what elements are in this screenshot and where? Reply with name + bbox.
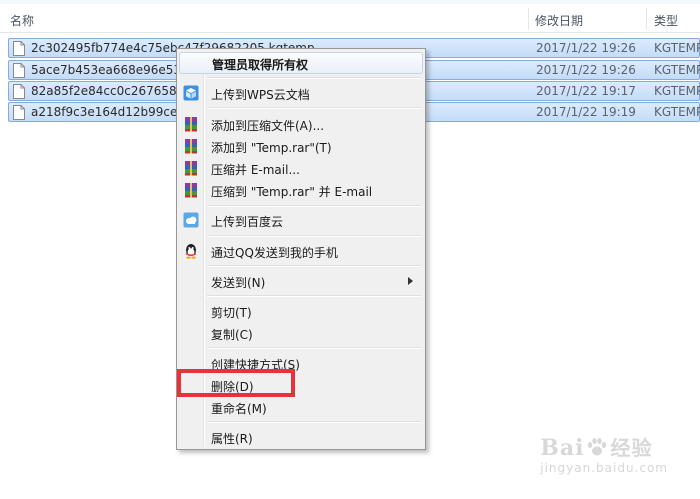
menu-separator: [207, 107, 421, 109]
menu-item-label: 发送到(N): [211, 276, 266, 290]
toolbar-edge: [0, 0, 700, 4]
winrar-icon: [185, 139, 197, 154]
column-header-type[interactable]: 类型: [654, 12, 678, 29]
column-divider[interactable]: [646, 8, 647, 30]
menu-item-add-to-archive[interactable]: 添加到压缩文件(A)...: [179, 113, 423, 135]
file-type: KGTEMP: [654, 105, 700, 119]
menu-item-label: 添加到 "Temp.rar"(T): [211, 141, 332, 155]
file-icon: [13, 63, 25, 78]
menu-item-label: 压缩到 "Temp.rar" 并 E-mail: [211, 185, 373, 199]
file-name: 5ace7b453ea668e96e539: [31, 63, 189, 77]
wps-cloud-icon: [183, 85, 199, 101]
explorer-window: 名称 修改日期 类型 2c302495fb774e4c75ebc47f29682…: [0, 0, 700, 499]
menu-separator: [207, 347, 421, 349]
menu-item-label: 剪切(T): [211, 306, 252, 320]
winrar-icon: [185, 183, 197, 198]
menu-item-label: 上传到百度云: [211, 215, 284, 229]
menu-item-label: 压缩并 E-mail...: [211, 163, 300, 177]
menu-item-label: 复制(C): [211, 328, 253, 342]
column-header: 名称 修改日期 类型: [0, 6, 700, 33]
menu-item-upload-baidu[interactable]: 上传到百度云: [179, 209, 423, 231]
menu-separator: [207, 421, 421, 423]
menu-item-cut[interactable]: 剪切(T): [179, 300, 423, 322]
menu-item-properties[interactable]: 属性(R): [179, 426, 423, 448]
winrar-icon: [185, 117, 197, 132]
menu-item-compress-temp-email[interactable]: 压缩到 "Temp.rar" 并 E-mail: [179, 179, 423, 201]
file-type: KGTEMP: [654, 63, 700, 77]
watermark-url: jingyan.baidu.com: [540, 461, 668, 475]
file-icon: [13, 84, 25, 99]
watermark-logo-left: Bai: [540, 435, 585, 461]
file-date: 2017/1/22 19:26: [536, 41, 636, 55]
menu-item-copy[interactable]: 复制(C): [179, 322, 423, 344]
menu-separator: [207, 77, 421, 79]
menu-separator: [207, 205, 421, 207]
menu-item-rename[interactable]: 重命名(M): [179, 396, 423, 418]
column-divider[interactable]: [528, 8, 529, 30]
menu-item-label: 管理员取得所有权: [212, 58, 309, 72]
menu-separator: [207, 265, 421, 267]
file-date: 2017/1/22 19:26: [536, 63, 636, 77]
menu-separator: [207, 295, 421, 297]
menu-item-label: 添加到压缩文件(A)...: [211, 119, 325, 133]
menu-separator: [207, 235, 421, 237]
file-name: a218f9c3e164d12b99ceb: [31, 105, 186, 119]
paw-icon: [588, 438, 607, 456]
column-header-name[interactable]: 名称: [10, 12, 34, 29]
watermark-logo-right: 经验: [610, 436, 653, 460]
menu-item-upload-wps[interactable]: 上传到WPS云文档: [179, 82, 423, 104]
baidu-cloud-icon: [183, 212, 199, 228]
baidu-jingyan-watermark: Bai 经验 jingyan.baidu.com: [540, 432, 668, 475]
menu-item-qq-send[interactable]: 通过QQ发送到我的手机: [179, 240, 423, 262]
menu-item-label: 重命名(M): [211, 402, 267, 416]
menu-item-add-to-temp-rar[interactable]: 添加到 "Temp.rar"(T): [179, 135, 423, 157]
column-header-date[interactable]: 修改日期: [535, 12, 583, 29]
file-type: KGTEMP: [654, 41, 700, 55]
qq-penguin-icon: [186, 244, 196, 259]
file-icon: [13, 41, 25, 56]
file-type: KGTEMP: [654, 84, 700, 98]
file-date: 2017/1/22 19:17: [536, 84, 636, 98]
menu-item-label: 上传到WPS云文档: [211, 88, 310, 102]
watermark-logo: Bai 经验: [540, 432, 668, 461]
menu-item-send-to[interactable]: 发送到(N): [179, 270, 423, 292]
winrar-icon: [185, 161, 197, 176]
delete-highlight-annotation: [177, 369, 295, 397]
submenu-arrow-icon: [408, 277, 413, 285]
file-icon: [13, 105, 25, 120]
menu-item-label: 通过QQ发送到我的手机: [211, 246, 338, 260]
menu-item-label: 属性(R): [211, 432, 253, 446]
file-date: 2017/1/22 19:19: [536, 105, 636, 119]
menu-item-compress-email[interactable]: 压缩并 E-mail...: [179, 157, 423, 179]
file-name: 82a85f2e84cc0c2676585a: [31, 84, 192, 98]
menu-item-take-ownership[interactable]: 管理员取得所有权: [179, 52, 423, 74]
